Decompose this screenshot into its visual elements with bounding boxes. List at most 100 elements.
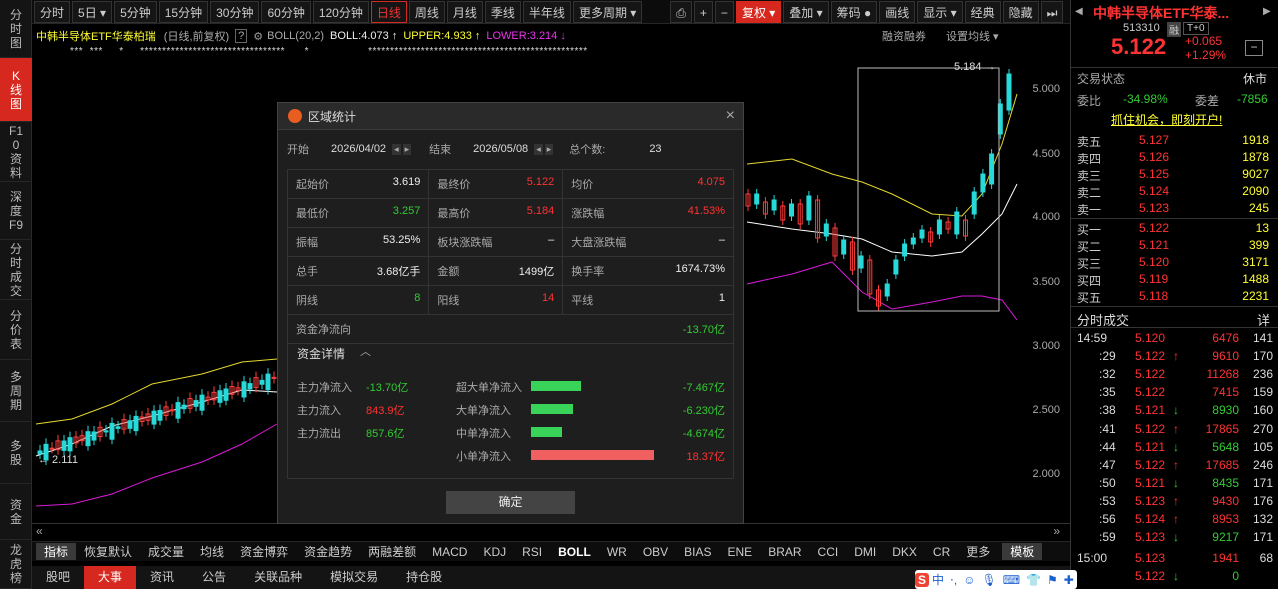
indicator-tab-7[interactable]: MACD xyxy=(424,545,475,559)
rail-item-9[interactable]: 龙虎榜 xyxy=(0,540,32,589)
period-tab-1[interactable]: 5日 ▾ xyxy=(72,0,113,23)
indicator-tab-10[interactable]: BOLL xyxy=(550,545,599,559)
tool-button-1[interactable]: 叠加 ▾ xyxy=(783,0,829,23)
bottom-tab-3[interactable]: 公告 xyxy=(188,566,240,589)
tool-button-7[interactable]: ⏭ xyxy=(1040,0,1064,23)
tool-button-2[interactable]: 筹码 ● xyxy=(830,0,878,23)
rail-item-1[interactable]: K线图 xyxy=(0,58,32,122)
bottom-tab-4[interactable]: 关联品种 xyxy=(240,566,316,589)
period-tab-11[interactable]: 半年线 xyxy=(522,0,571,23)
rail-item-3[interactable]: 深度F9 xyxy=(0,182,32,240)
period-tab-7[interactable]: 日线 xyxy=(370,0,407,23)
scroll-left-icon[interactable]: « xyxy=(36,524,43,538)
rail-item-8[interactable]: 资金 xyxy=(0,484,32,540)
tool-button-6[interactable]: 隐藏 xyxy=(1002,0,1039,23)
rail-item-6[interactable]: 多周期 xyxy=(0,360,32,422)
indicator-tab-19[interactable]: CR xyxy=(925,545,958,559)
rail-item-7[interactable]: 多股 xyxy=(0,422,32,484)
indicator-tab-6[interactable]: 两融差额 xyxy=(360,543,424,560)
indicator-tab-17[interactable]: DMI xyxy=(846,545,884,559)
bid-row[interactable]: 买五 5.118 2231 xyxy=(1077,289,1273,305)
indicator-tab-8[interactable]: KDJ xyxy=(475,545,514,559)
ime-icon-3[interactable]: ☺ xyxy=(960,573,978,587)
bottom-tab-6[interactable]: 持仓股 xyxy=(392,566,456,589)
bottom-tab-2[interactable]: 资讯 xyxy=(136,566,188,589)
ask-row[interactable]: 卖二 5.124 2090 xyxy=(1077,184,1273,200)
indicator-tab-1[interactable]: 恢复默认 xyxy=(76,543,140,560)
indicator-tab-11[interactable]: WR xyxy=(599,545,635,559)
indicator-tab-4[interactable]: 资金博弈 xyxy=(232,543,296,560)
bottom-tab-1[interactable]: 大事 xyxy=(84,566,137,589)
rail-item-4[interactable]: 分时成交 xyxy=(0,240,32,300)
ime-icon-7[interactable]: ⚑ xyxy=(1044,573,1061,587)
ime-icon-5[interactable]: ⌨ xyxy=(1000,573,1023,587)
indicator-tab-2[interactable]: 成交量 xyxy=(140,543,192,560)
indicator-tab-5[interactable]: 资金趋势 xyxy=(296,543,360,560)
screenshot-icon[interactable]: ⎙ xyxy=(670,0,692,23)
close-icon[interactable]: × xyxy=(726,107,735,125)
end-prev-icon[interactable]: ◂ xyxy=(534,143,543,155)
bid-row[interactable]: 买二 5.121 399 xyxy=(1077,238,1273,254)
end-next-icon[interactable]: ▸ xyxy=(544,143,554,155)
collapse-icon[interactable]: ︿ xyxy=(360,343,371,359)
period-tab-9[interactable]: 月线 xyxy=(446,0,483,23)
zoom-out-icon[interactable]: − xyxy=(714,0,734,23)
period-tab-0[interactable]: 分时 xyxy=(34,0,71,23)
ime-icon-1[interactable]: 中 xyxy=(929,571,947,588)
bid-row[interactable]: 买四 5.119 1488 xyxy=(1077,272,1273,288)
promo-link[interactable]: 抓住机会，即刻开户! xyxy=(1111,111,1222,128)
tick-time: :59 xyxy=(1099,530,1116,545)
start-next-icon[interactable]: ▸ xyxy=(402,143,412,155)
tool-button-5[interactable]: 经典 xyxy=(964,0,1001,23)
indicator-tab-9[interactable]: RSI xyxy=(514,545,550,559)
indicator-tab-21[interactable]: 模板 xyxy=(1002,543,1043,560)
rail-item-0[interactable]: 分时图 xyxy=(0,0,32,58)
tick-price: 5.123 xyxy=(1135,493,1166,508)
indicator-tab-20[interactable]: 更多 xyxy=(958,543,998,560)
minimize-icon[interactable]: − xyxy=(1245,40,1263,56)
indicator-tab-13[interactable]: BIAS xyxy=(676,545,719,559)
period-tab-8[interactable]: 周线 xyxy=(408,0,445,23)
ask-row[interactable]: 卖五 5.127 1918 xyxy=(1077,133,1273,149)
indicator-tab-15[interactable]: BRAR xyxy=(760,545,809,559)
bid-row[interactable]: 买一 5.122 13 xyxy=(1077,221,1273,237)
expand-right-icon[interactable]: ▶ xyxy=(1263,6,1271,17)
bid-row[interactable]: 买三 5.120 3171 xyxy=(1077,255,1273,271)
ime-icon-4[interactable]: 🎙 xyxy=(978,573,999,587)
indicator-tab-18[interactable]: DKX xyxy=(884,545,925,559)
period-tab-5[interactable]: 60分钟 xyxy=(261,0,311,23)
zoom-in-icon[interactable]: + xyxy=(693,0,713,23)
expand-left-icon[interactable]: ◀ xyxy=(1075,6,1083,17)
indicator-tab-14[interactable]: ENE xyxy=(720,545,761,559)
indicator-tab-16[interactable]: CCI xyxy=(810,545,847,559)
rail-item-2[interactable]: F10资料 xyxy=(0,122,32,182)
ime-icon-6[interactable]: 👕 xyxy=(1023,573,1044,587)
ask-volume: 2090 xyxy=(1242,184,1269,198)
chart-scrollbar[interactable]: « » xyxy=(32,523,1070,538)
indicator-tab-3[interactable]: 均线 xyxy=(192,543,232,560)
period-tab-4[interactable]: 30分钟 xyxy=(210,0,260,23)
indicator-tab-0[interactable]: 指标 xyxy=(36,543,77,560)
scroll-right-icon[interactable]: » xyxy=(1053,524,1060,538)
tool-button-0[interactable]: 复权 ▾ xyxy=(735,0,782,23)
tool-button-4[interactable]: 显示 ▾ xyxy=(917,0,963,23)
period-tab-2[interactable]: 5分钟 xyxy=(114,0,157,23)
bottom-tab-5[interactable]: 模拟交易 xyxy=(316,566,392,589)
period-tab-10[interactable]: 季线 xyxy=(484,0,521,23)
bottom-tab-0[interactable]: 股吧 xyxy=(32,566,84,589)
indicator-tab-12[interactable]: OBV xyxy=(635,545,676,559)
start-prev-icon[interactable]: ◂ xyxy=(392,143,401,155)
ask-row[interactable]: 卖四 5.126 1878 xyxy=(1077,150,1273,166)
ime-toolbar[interactable]: S 中 ⋅, ☺ 🎙 ⌨ 👕 ⚑ ✚ xyxy=(915,570,1077,589)
ime-icon-8[interactable]: ✚ xyxy=(1061,573,1077,587)
period-tab-3[interactable]: 15分钟 xyxy=(158,0,209,23)
ask-row[interactable]: 卖一 5.123 245 xyxy=(1077,201,1273,217)
ime-icon-0[interactable]: S xyxy=(915,572,930,587)
ask-row[interactable]: 卖三 5.125 9027 xyxy=(1077,167,1273,183)
period-tab-6[interactable]: 120分钟 xyxy=(312,0,369,23)
tool-button-3[interactable]: 画线 xyxy=(879,0,916,23)
ime-icon-2[interactable]: ⋅, xyxy=(947,573,960,587)
ok-button[interactable]: 确定 xyxy=(446,491,575,514)
rail-item-5[interactable]: 分价表 xyxy=(0,300,32,360)
period-tab-12[interactable]: 更多周期 ▾ xyxy=(572,0,643,23)
